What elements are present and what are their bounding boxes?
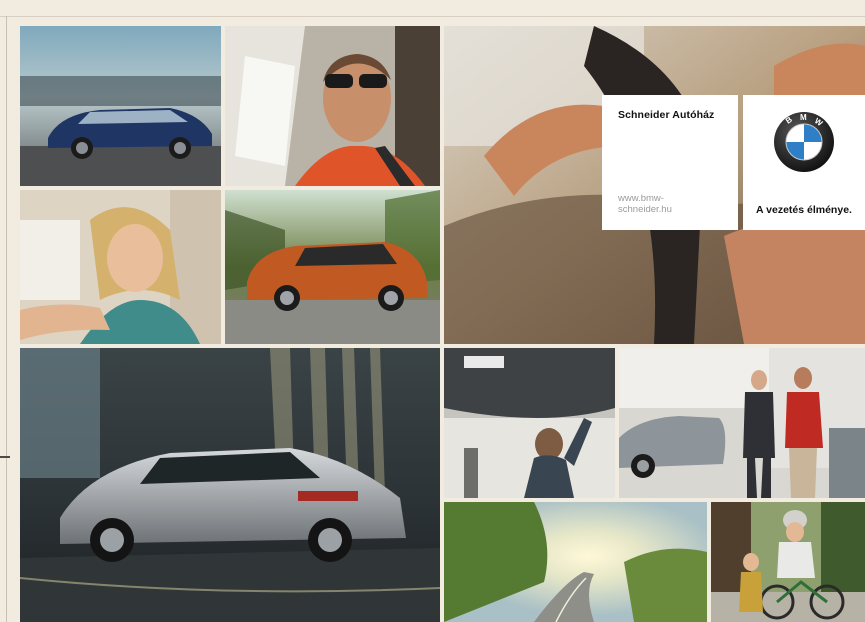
mechanic-under-car-photo bbox=[444, 348, 615, 498]
silver-gran-turismo-photo bbox=[20, 348, 440, 622]
dealership-handshake-photo bbox=[619, 348, 865, 498]
dealer-website-link[interactable]: www.bmw- schneider.hu bbox=[618, 193, 728, 215]
sunlit-road-photo bbox=[444, 502, 707, 622]
blue-sedan-photo bbox=[20, 26, 221, 186]
smiling-woman-driver-photo bbox=[20, 190, 221, 344]
frame-tick-mark bbox=[0, 456, 10, 458]
orange-suv-photo bbox=[225, 190, 440, 344]
brand-card: B M W A vezetés élménye. bbox=[743, 95, 865, 230]
brand-slogan: A vezetés élménye. bbox=[756, 204, 852, 216]
dealer-url-line-1: www.bmw- bbox=[618, 193, 664, 204]
bmw-logo-icon: B M W bbox=[774, 112, 834, 172]
child-on-bike-photo bbox=[711, 502, 865, 622]
dealer-url-line-2: schneider.hu bbox=[618, 204, 672, 215]
frame-top-line bbox=[0, 16, 865, 17]
frame-left-line bbox=[6, 16, 7, 622]
dealer-name: Schneider Autóház bbox=[618, 109, 715, 121]
logo-letter-m: M bbox=[800, 113, 807, 122]
dealer-info-card: Schneider Autóház www.bmw- schneider.hu bbox=[602, 95, 738, 230]
smiling-driver-photo bbox=[225, 26, 440, 186]
